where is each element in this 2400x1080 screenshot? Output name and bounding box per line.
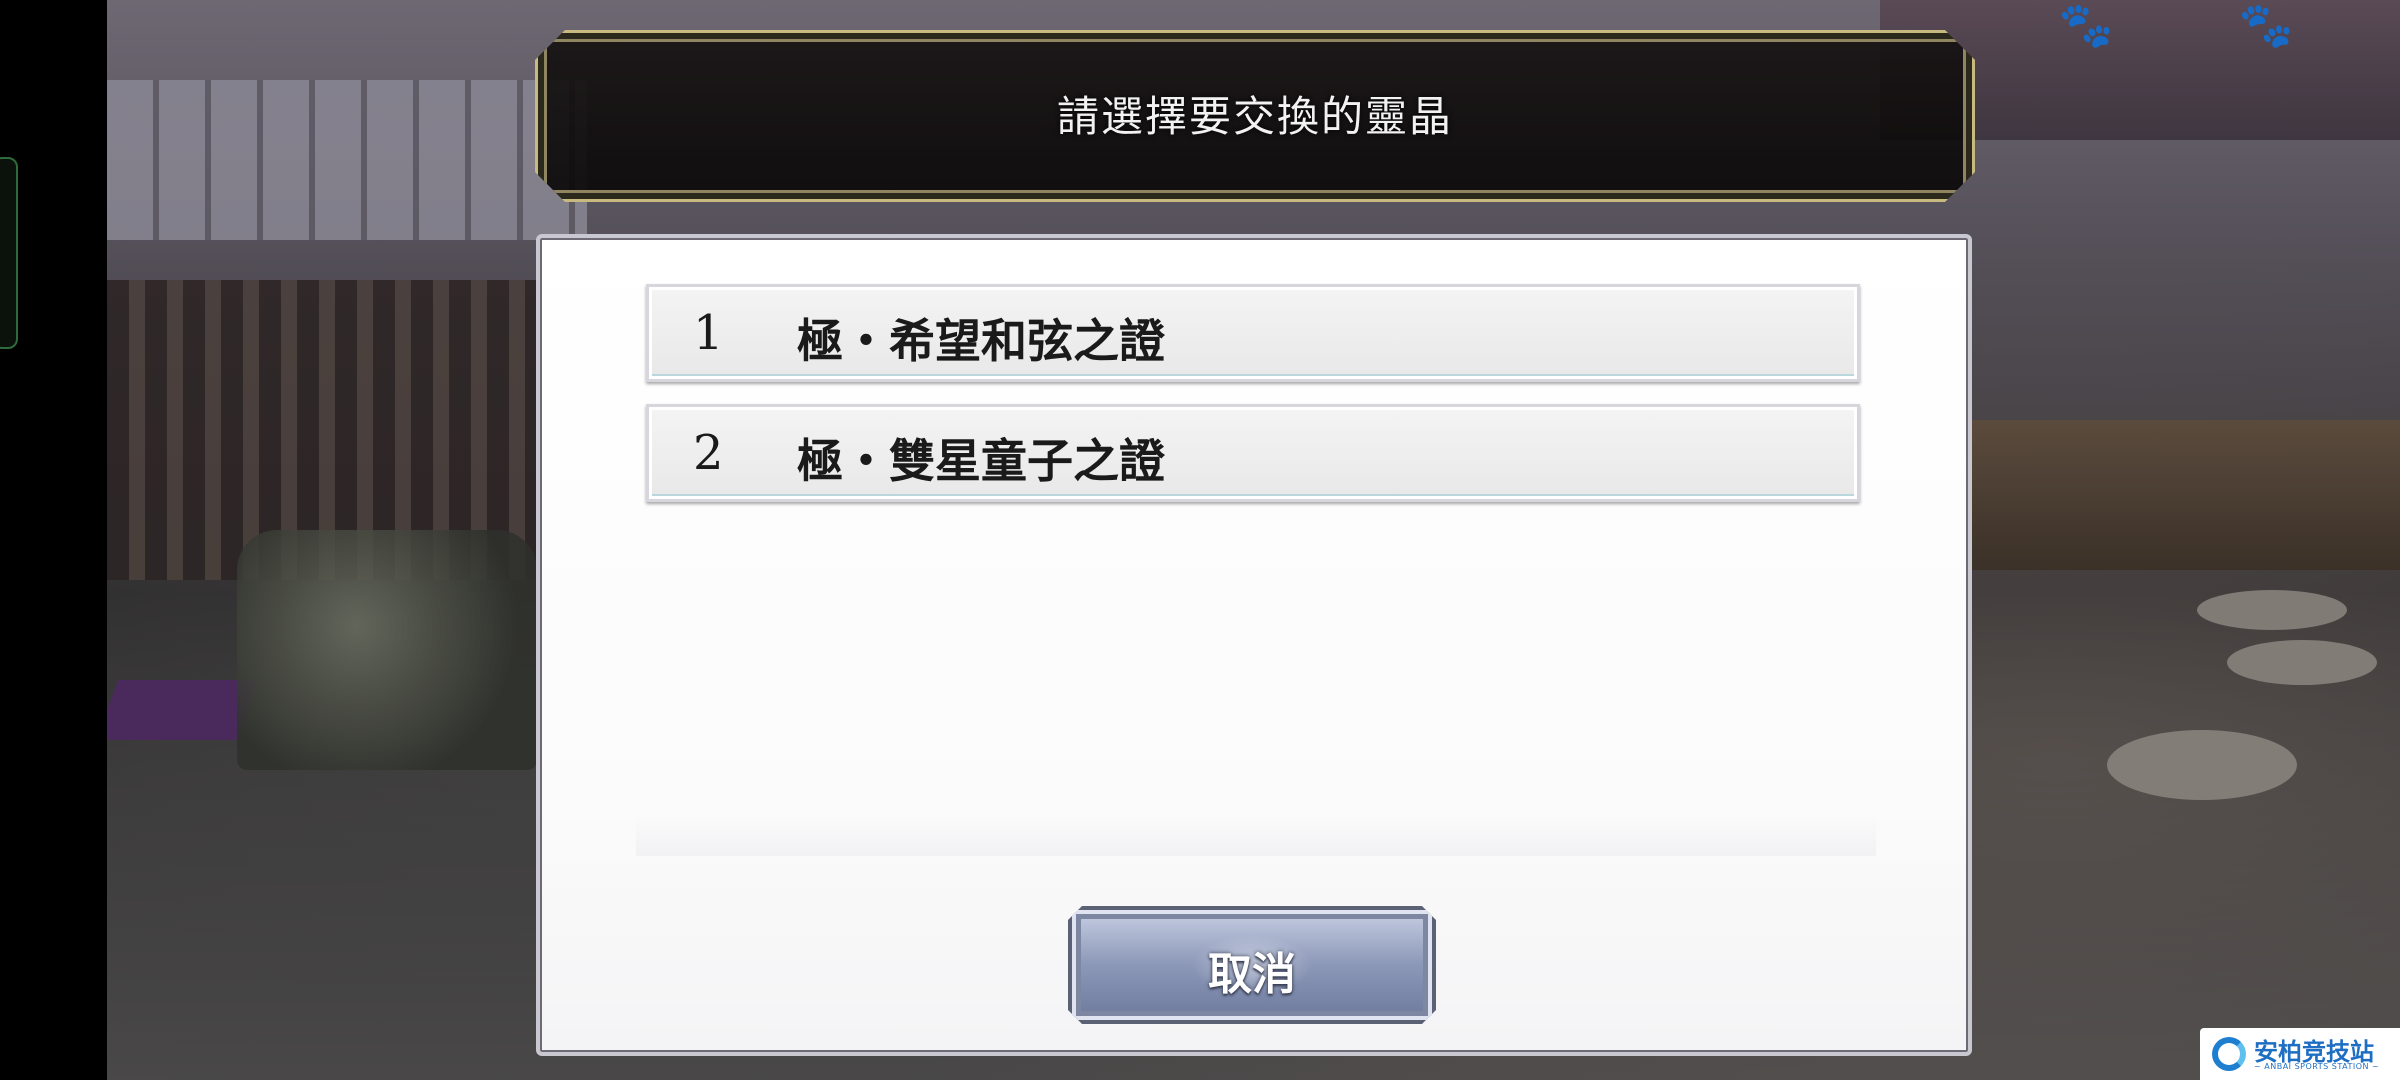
- item-label: 極・希望和弦之證: [797, 314, 1165, 368]
- stepping-stone: [2197, 590, 2347, 630]
- list-item[interactable]: 2 極・雙星童子之證: [646, 404, 1860, 502]
- cancel-button[interactable]: 取消: [1068, 906, 1436, 1024]
- purple-cloth: [107, 680, 258, 740]
- list-item[interactable]: 1 極・希望和弦之證: [646, 284, 1860, 382]
- cancel-label: 取消: [1208, 949, 1296, 1000]
- wooden-railing: [1940, 420, 2400, 570]
- temple-roof: [107, 80, 587, 240]
- item-number: 1: [693, 305, 724, 361]
- paw-icon: 🐾: [2238, 0, 2294, 51]
- side-handle[interactable]: [0, 157, 18, 349]
- dialog-header-banner: 請選擇要交換的靈晶: [535, 30, 1975, 202]
- item-number: 2: [693, 425, 724, 481]
- anbai-logo-icon: [2212, 1037, 2246, 1071]
- paw-icon: 🐾: [2058, 0, 2114, 51]
- stepping-stone: [2107, 730, 2297, 800]
- list-bottom-fade: [636, 816, 1876, 856]
- dialog-title: 請選擇要交換的靈晶: [1056, 92, 1453, 141]
- stepping-stone: [2227, 640, 2377, 685]
- left-black-bar: [0, 0, 107, 1080]
- item-label: 極・雙星童子之證: [797, 434, 1165, 488]
- stone-lantern: [237, 530, 537, 770]
- watermark-subtitle: ~ ANBAI SPORTS STATION ~: [2254, 1062, 2380, 1071]
- watermark: 安柏竞技站 ~ ANBAI SPORTS STATION ~: [2200, 1028, 2400, 1080]
